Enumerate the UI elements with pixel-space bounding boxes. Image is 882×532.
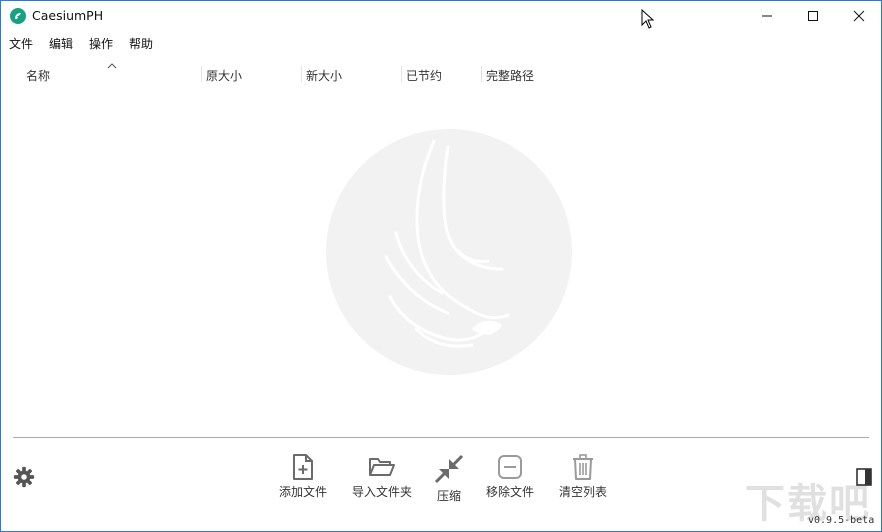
remove-file-button[interactable]: 移除文件: [470, 453, 550, 500]
version-label: v0.9.5-beta: [808, 515, 875, 526]
column-original-size[interactable]: 原大小: [206, 67, 242, 84]
window-title: CaesiumPH: [32, 8, 104, 23]
remove-minus-icon: [498, 455, 522, 479]
clear-list-button[interactable]: 清空列表: [543, 453, 623, 500]
trash-icon: [573, 454, 593, 480]
column-separator[interactable]: [201, 66, 202, 82]
app-logo-icon: [10, 8, 26, 24]
minimize-icon: [762, 15, 772, 17]
column-saved[interactable]: 已节约: [406, 67, 442, 84]
import-folder-label: 导入文件夹: [351, 485, 412, 499]
caesium-watermark-logo: [326, 129, 572, 375]
maximize-button[interactable]: [790, 1, 836, 31]
column-name[interactable]: 名称: [26, 67, 50, 84]
minimize-button[interactable]: [744, 1, 790, 31]
column-full-path[interactable]: 完整路径: [486, 67, 534, 84]
file-list-header: 名称 原大小 新大小 已节约 完整路径: [11, 63, 871, 87]
column-new-size[interactable]: 新大小: [306, 67, 342, 84]
menu-edit[interactable]: 编辑: [49, 35, 73, 52]
close-icon: [853, 10, 865, 22]
open-folder-icon: [369, 458, 395, 476]
settings-gear-icon[interactable]: [13, 466, 35, 488]
add-file-button[interactable]: 添加文件: [263, 453, 343, 500]
sort-ascending-icon: [107, 63, 117, 69]
app-window: CaesiumPH 文件 编辑 操作 帮助 名称 原大小 新大小 已节约 完整路…: [0, 0, 882, 532]
compress-arrows-icon: [434, 454, 464, 484]
clear-list-label: 清空列表: [558, 485, 607, 499]
title-bar[interactable]: CaesiumPH: [1, 1, 881, 31]
column-separator[interactable]: [301, 66, 302, 82]
remove-file-label: 移除文件: [485, 485, 534, 499]
menu-help[interactable]: 帮助: [129, 35, 153, 52]
toolbar-divider: [13, 437, 869, 438]
column-separator[interactable]: [481, 66, 482, 82]
file-list[interactable]: [11, 87, 871, 436]
maximize-icon: [808, 11, 818, 21]
add-file-icon: [293, 454, 313, 480]
column-separator[interactable]: [401, 66, 402, 82]
compress-label: 压缩: [436, 489, 461, 503]
close-button[interactable]: [836, 1, 881, 31]
mouse-cursor-icon: [641, 9, 655, 29]
menu-bar: 文件 编辑 操作 帮助: [1, 33, 881, 53]
add-file-label: 添加文件: [278, 485, 327, 499]
menu-file[interactable]: 文件: [9, 35, 33, 52]
menu-action[interactable]: 操作: [89, 35, 113, 52]
